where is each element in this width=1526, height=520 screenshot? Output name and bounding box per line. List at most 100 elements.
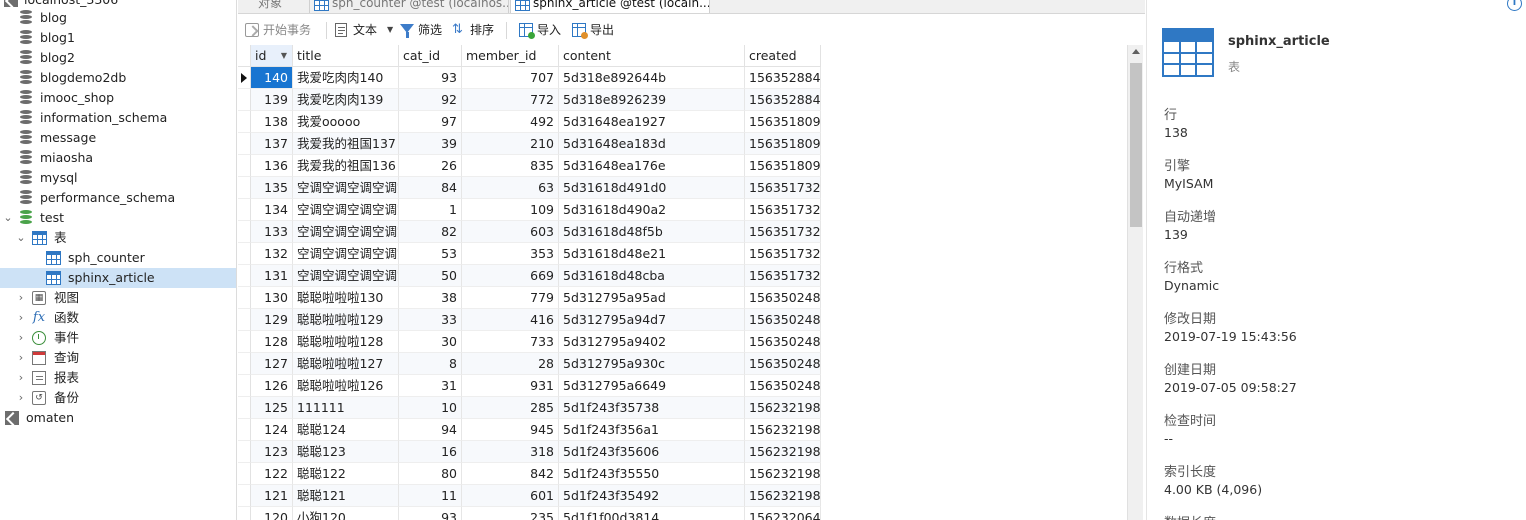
cell-content[interactable]: 5d1f243f35738	[559, 397, 745, 419]
tree-table-sphinx-article[interactable]: sphinx_article	[0, 268, 236, 288]
cell-cat-id[interactable]: 30	[399, 331, 462, 353]
cell-content[interactable]: 5d1f243f356a1	[559, 419, 745, 441]
cell-id[interactable]: 122	[251, 463, 293, 485]
cell-id[interactable]: 127	[251, 353, 293, 375]
cell-id[interactable]: 138	[251, 111, 293, 133]
chevron-right-icon[interactable]: ›	[16, 348, 26, 368]
cell-cat-id[interactable]: 1	[399, 199, 462, 221]
tab-objects[interactable]: 对象	[238, 0, 310, 13]
tree-connection-omaten[interactable]: omaten	[0, 408, 236, 428]
cell-id[interactable]: 130	[251, 287, 293, 309]
row-header[interactable]	[238, 155, 251, 177]
cell-content[interactable]: 5d31648ea183d	[559, 133, 745, 155]
row-header[interactable]	[238, 463, 251, 485]
cell-content[interactable]: 5d31618d490a2	[559, 199, 745, 221]
row-header[interactable]	[238, 221, 251, 243]
cell-created[interactable]: 1562321983	[745, 463, 821, 485]
row-header[interactable]	[238, 419, 251, 441]
row-header[interactable]	[238, 441, 251, 463]
cell-title[interactable]: 空调空调空调空调空	[293, 265, 399, 287]
cell-title[interactable]: 我爱ooooo	[293, 111, 399, 133]
cell-id[interactable]: 139	[251, 89, 293, 111]
cell-title[interactable]: 空调空调空调空调空	[293, 199, 399, 221]
cell-created[interactable]: 1563528841	[745, 89, 821, 111]
cell-id[interactable]: 125	[251, 397, 293, 419]
cell-created[interactable]: 1562321983	[745, 419, 821, 441]
cell-member-id[interactable]: 772	[462, 89, 559, 111]
column-header-cat-id[interactable]: cat_id	[399, 45, 462, 67]
cell-cat-id[interactable]: 38	[399, 287, 462, 309]
table-row[interactable]: 126 聪聪啦啦啦126 31 931 5d312795a6649 1563502485	[238, 375, 822, 397]
table-row[interactable]: 132 空调空调空调空调空 53 353 5d31618d48e21 1563517325	[238, 243, 822, 265]
cell-cat-id[interactable]: 33	[399, 309, 462, 331]
tree-group-tables[interactable]: ⌄ 表	[0, 228, 236, 248]
cell-title[interactable]: 空调空调空调空调空	[293, 221, 399, 243]
cell-title[interactable]: 聪聪123	[293, 441, 399, 463]
cell-cat-id[interactable]: 53	[399, 243, 462, 265]
tree-group-views[interactable]: › ▦ 视图	[0, 288, 236, 308]
export-button[interactable]: 导出	[572, 21, 618, 39]
cell-content[interactable]: 5d1f243f35550	[559, 463, 745, 485]
cell-member-id[interactable]: 842	[462, 463, 559, 485]
chevron-right-icon[interactable]: ›	[16, 288, 26, 308]
row-header[interactable]	[238, 67, 251, 89]
table-row[interactable]: 123 聪聪123 16 318 5d1f243f35606 1562321983	[238, 441, 822, 463]
cell-member-id[interactable]: 779	[462, 287, 559, 309]
cell-content[interactable]: 5d31618d491d0	[559, 177, 745, 199]
cell-content[interactable]: 5d318e8926239	[559, 89, 745, 111]
cell-id[interactable]: 128	[251, 331, 293, 353]
cell-created[interactable]: 1563517325	[745, 265, 821, 287]
table-row[interactable]: 139 我爱吃肉肉139 92 772 5d318e8926239 1563528841	[238, 89, 822, 111]
cell-content[interactable]: 5d312795a6649	[559, 375, 745, 397]
cell-id[interactable]: 131	[251, 265, 293, 287]
tree-group-functions[interactable]: › fx 函数	[0, 308, 236, 328]
cell-created[interactable]: 1563518094	[745, 133, 821, 155]
tree-db-blog[interactable]: blog	[0, 8, 236, 28]
filter-button[interactable]: 筛选	[400, 21, 446, 39]
cell-title[interactable]: 聪聪122	[293, 463, 399, 485]
cell-created[interactable]: 1563502485	[745, 309, 821, 331]
column-header-member-id[interactable]: member_id	[462, 45, 559, 67]
cell-cat-id[interactable]: 80	[399, 463, 462, 485]
cell-cat-id[interactable]: 26	[399, 155, 462, 177]
cell-member-id[interactable]: 318	[462, 441, 559, 463]
cell-title[interactable]: 我爱我的祖国137	[293, 133, 399, 155]
tree-table-sph-counter[interactable]: sph_counter	[0, 248, 236, 268]
column-header-content[interactable]: content	[559, 45, 745, 67]
row-header[interactable]	[238, 397, 251, 419]
cell-content[interactable]: 5d318e892644b	[559, 67, 745, 89]
cell-member-id[interactable]: 416	[462, 309, 559, 331]
cell-title[interactable]: 聪聪124	[293, 419, 399, 441]
cell-id[interactable]: 132	[251, 243, 293, 265]
cell-cat-id[interactable]: 10	[399, 397, 462, 419]
cell-title[interactable]: 聪聪啦啦啦129	[293, 309, 399, 331]
info-icon[interactable]: i	[1507, 0, 1522, 11]
cell-content[interactable]: 5d1f243f35606	[559, 441, 745, 463]
table-row[interactable]: 134 空调空调空调空调空 1 109 5d31618d490a2 1563517325	[238, 199, 822, 221]
cell-title[interactable]: 空调空调空调空调空	[293, 243, 399, 265]
cell-cat-id[interactable]: 11	[399, 485, 462, 507]
cell-cat-id[interactable]: 97	[399, 111, 462, 133]
cell-content[interactable]: 5d1f243f35492	[559, 485, 745, 507]
vertical-scrollbar[interactable]	[1127, 45, 1143, 520]
cell-id[interactable]: 121	[251, 485, 293, 507]
row-header[interactable]	[238, 111, 251, 133]
column-header-created[interactable]: created	[745, 45, 821, 67]
cell-member-id[interactable]: 235	[462, 507, 559, 520]
text-view-dropdown[interactable]: 文本 ▼	[335, 21, 395, 39]
tree-db-information-schema[interactable]: information_schema	[0, 108, 236, 128]
chevron-right-icon[interactable]: ›	[16, 308, 26, 328]
tree-db-performance-schema[interactable]: performance_schema	[0, 188, 236, 208]
tab-sphinx-article[interactable]: sphinx_article @test (localh...	[510, 0, 710, 13]
chevron-right-icon[interactable]: ›	[16, 368, 26, 388]
cell-title[interactable]: 我爱吃肉肉140	[293, 67, 399, 89]
cell-title[interactable]: 聪聪啦啦啦127	[293, 353, 399, 375]
cell-id[interactable]: 135	[251, 177, 293, 199]
import-button[interactable]: 导入	[519, 21, 565, 39]
cell-content[interactable]: 5d31618d48e21	[559, 243, 745, 265]
cell-member-id[interactable]: 707	[462, 67, 559, 89]
row-header[interactable]	[238, 287, 251, 309]
cell-cat-id[interactable]: 31	[399, 375, 462, 397]
table-row[interactable]: 121 聪聪121 11 601 5d1f243f35492 1562321983	[238, 485, 822, 507]
row-header[interactable]	[238, 177, 251, 199]
